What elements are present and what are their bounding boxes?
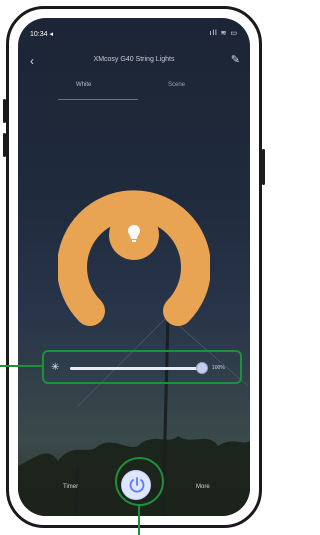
phone-side-button [3, 133, 6, 157]
pencil-icon[interactable]: ✎ [231, 53, 240, 66]
brightness-callout [42, 350, 242, 384]
tab-white[interactable]: White [76, 82, 91, 88]
tab-scene[interactable]: Scene [168, 82, 185, 88]
bulb-icon [128, 225, 140, 242]
light-toggle-center[interactable] [109, 210, 159, 260]
status-time: 10:34 ◂ [30, 31, 53, 38]
callout-leader-line [0, 365, 42, 367]
status-icons: ıll ≋ ▭ [209, 30, 238, 37]
tab-active-underline [58, 99, 138, 100]
page-title: XMcosy G40 String Lights [93, 56, 175, 63]
timer-button[interactable]: Timer [63, 484, 78, 490]
phone-side-button [3, 99, 6, 123]
phone-side-button [262, 149, 265, 185]
power-callout [115, 457, 164, 506]
more-button[interactable]: More [196, 484, 210, 490]
callout-leader-line [138, 505, 140, 535]
app-screen: 10:34 ◂ ıll ≋ ▭ ‹ XMcosy G40 String Ligh… [18, 18, 250, 516]
